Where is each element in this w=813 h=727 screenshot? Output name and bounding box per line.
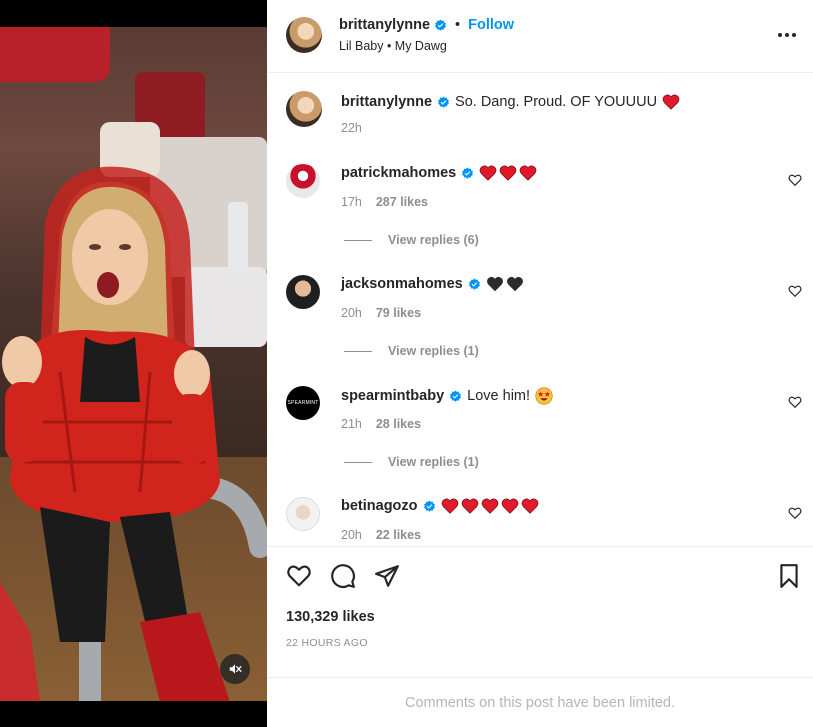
comment-username[interactable]: spearmintbaby <box>341 388 444 404</box>
post-caption: brittanylynne So. Dang. Proud. OF YOUUUU… <box>267 74 813 149</box>
view-replies-button[interactable]: View replies (1) <box>388 455 479 469</box>
like-icon[interactable] <box>286 563 312 589</box>
author-username[interactable]: brittanylynne <box>339 17 430 33</box>
water-bottle <box>228 202 248 277</box>
comment-like-icon[interactable] <box>788 506 802 520</box>
post-actions: 130,329 likes 22 HOURS AGO Comments on t… <box>267 546 813 727</box>
comment-like-icon[interactable] <box>788 284 802 298</box>
comment-username[interactable]: patrickmahomes <box>341 165 456 181</box>
verified-badge-icon <box>435 19 446 31</box>
caption-username[interactable]: brittanylynne <box>341 94 432 110</box>
comment-item: patrickmahomes 17h 287 likes View replie… <box>267 159 813 270</box>
share-icon[interactable] <box>374 563 400 589</box>
replies-divider <box>344 350 372 352</box>
save-icon[interactable] <box>776 563 802 589</box>
comment-item: betinagozo 20h 22 likes <box>267 492 813 546</box>
video-frame[interactable] <box>0 27 267 701</box>
header-separator: • <box>455 17 461 33</box>
heart-emoji-icon <box>662 94 680 110</box>
comment-hearts <box>486 276 524 292</box>
comment-time[interactable]: 21h <box>341 417 362 431</box>
post-media[interactable] <box>0 0 267 727</box>
view-replies-button[interactable]: View replies (1) <box>388 344 479 358</box>
verified-badge-icon <box>438 96 449 108</box>
comment-likes[interactable]: 287 likes <box>376 195 428 209</box>
mute-icon <box>229 664 242 674</box>
verified-badge-icon <box>468 278 480 290</box>
likes-count[interactable]: 130,329 likes <box>286 609 375 625</box>
comment-username[interactable]: betinagozo <box>341 498 418 514</box>
caption-text: So. Dang. Proud. OF YOUUUU <box>455 94 658 110</box>
star-struck-emoji-icon <box>535 387 553 405</box>
post-header: brittanylynne • Follow Lil Baby • My Daw… <box>267 0 813 73</box>
commenter-avatar[interactable]: SPEARMINT <box>286 386 320 420</box>
comments-list[interactable]: brittanylynne So. Dang. Proud. OF YOUUUU… <box>267 74 813 546</box>
commenter-avatar[interactable] <box>286 164 320 198</box>
post-details-panel: brittanylynne • Follow Lil Baby • My Daw… <box>267 0 813 727</box>
comments-limited-notice: Comments on this post have been limited. <box>267 677 813 727</box>
author-avatar[interactable] <box>286 17 322 53</box>
heart-emoji-icon <box>461 498 478 514</box>
black-heart-emoji-icon <box>486 276 503 292</box>
heart-emoji-icon <box>519 165 537 181</box>
verified-badge-icon <box>423 500 435 512</box>
comment-icon[interactable] <box>330 563 356 589</box>
comment-item: jacksonmahomes 20h 79 likes View replies… <box>267 270 813 381</box>
comment-time[interactable]: 20h <box>341 528 362 542</box>
comment-hearts <box>479 165 537 181</box>
comment-item: SPEARMINT spearmintbaby Love him! 21h 28… <box>267 381 813 492</box>
view-replies-button[interactable]: View replies (6) <box>388 233 479 247</box>
background-fan-jacket <box>0 27 110 82</box>
heart-emoji-icon <box>499 165 517 181</box>
comment-like-icon[interactable] <box>788 395 802 409</box>
more-options-icon[interactable] <box>775 27 799 43</box>
comment-like-icon[interactable] <box>788 173 802 187</box>
heart-emoji-icon <box>479 165 497 181</box>
mute-button[interactable] <box>220 654 250 684</box>
comment-time[interactable]: 20h <box>341 306 362 320</box>
commenter-avatar[interactable] <box>286 275 320 309</box>
commenter-avatar[interactable] <box>286 497 320 531</box>
comment-likes[interactable]: 79 likes <box>376 306 421 320</box>
heart-emoji-icon <box>481 498 498 514</box>
caption-avatar[interactable] <box>286 91 322 127</box>
black-heart-emoji-icon <box>506 276 523 292</box>
avatar-logo-text: SPEARMINT <box>287 400 319 406</box>
heart-emoji-icon <box>501 498 518 514</box>
comment-username[interactable]: jacksonmahomes <box>341 276 463 292</box>
caption-time[interactable]: 22h <box>341 121 362 135</box>
replies-divider <box>344 461 372 463</box>
woman-cheering <box>0 166 230 701</box>
replies-divider <box>344 239 372 241</box>
comment-likes[interactable]: 28 likes <box>376 417 421 431</box>
comment-likes[interactable]: 22 likes <box>376 528 421 542</box>
comment-time[interactable]: 17h <box>341 195 362 209</box>
post-timestamp[interactable]: 22 HOURS AGO <box>286 637 368 649</box>
heart-emoji-icon <box>441 498 458 514</box>
follow-button[interactable]: Follow <box>468 17 514 33</box>
heart-emoji-icon <box>521 498 538 514</box>
audio-track-link[interactable]: Lil Baby • My Dawg <box>339 39 447 53</box>
verified-badge-icon <box>462 167 474 179</box>
verified-badge-icon <box>450 390 462 402</box>
comment-text: Love him! <box>467 388 531 404</box>
comment-hearts <box>441 498 539 514</box>
